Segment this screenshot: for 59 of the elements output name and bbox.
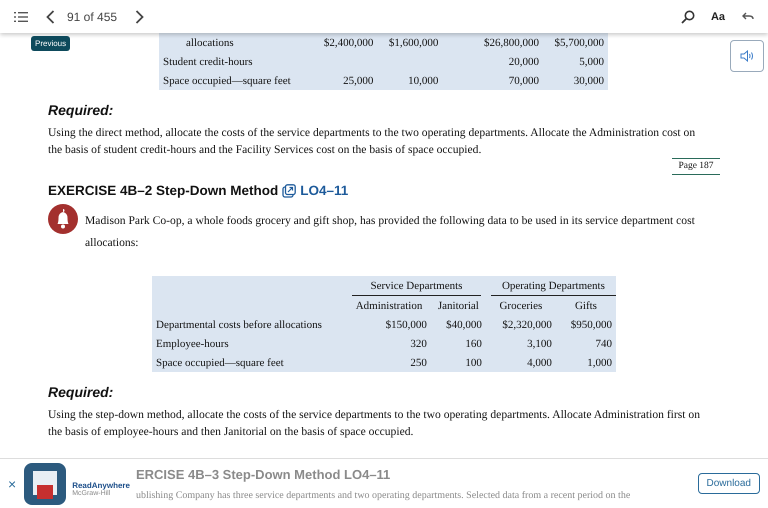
table-cell: 740 — [556, 334, 616, 353]
column-header: Janitorial — [430, 296, 486, 315]
faded-text: ublishing Company has three service departments and two operating departments. Selected data from a recent period on the — [136, 490, 632, 500]
table-cell: allocations — [159, 33, 312, 52]
list-icon[interactable] — [14, 10, 28, 22]
table-cell: Space occupied—square feet — [152, 353, 348, 372]
table-cell: $150,000 — [347, 315, 431, 334]
exercise-title: EXERCISE 4B–2 Step-Down Method — [48, 183, 278, 198]
section-heading: Required: — [48, 384, 114, 400]
paragraph: Using the direct method, allocate the costs of the service departments to the two operating departments. Allocate the Administration cost on the basis of student credit-hours and the Facility Services cost on the basis of space occupied. — [48, 125, 696, 158]
column-header: Gifts — [556, 296, 616, 315]
table-cell: $5,700,000 — [554, 36, 604, 48]
section-heading: Required: — [48, 102, 114, 118]
page-indicator: 91 of 455 — [67, 10, 118, 24]
table-cell: 10,000 — [408, 74, 438, 86]
column-group-header: Service Departments — [347, 276, 486, 296]
table-cell: 320 — [347, 334, 431, 353]
next-icon[interactable] — [135, 10, 144, 24]
table-cell: $26,800,000 — [484, 36, 539, 48]
column-header: Administration — [347, 296, 431, 315]
previous-icon[interactable] — [46, 10, 55, 24]
table-cell: 160 — [430, 334, 486, 353]
table-cell: 1,000 — [556, 353, 616, 372]
tooltip: Previous — [31, 36, 70, 51]
table-cell: Student credit-hours — [159, 52, 312, 71]
table-cell: Employee-hours — [152, 334, 348, 353]
column-group-header: Operating Departments — [486, 276, 616, 296]
faded-heading: ERCISE 4B–3 Step-Down Method — [136, 466, 340, 482]
table-cell: 25,000 — [343, 74, 374, 86]
table-cell: 20,000 — [508, 56, 539, 68]
read-aloud-button[interactable] — [730, 40, 764, 72]
font-button[interactable]: Aa — [706, 10, 729, 22]
learning-objective-link[interactable]: LO4–11 — [300, 183, 348, 198]
table-cell: Space occupied—square feet — [159, 71, 312, 90]
table-cell: $2,400,000 — [324, 36, 374, 48]
table-cell: 4,000 — [486, 353, 556, 372]
search-icon[interactable] — [680, 10, 695, 24]
table-cell: 70,000 — [508, 74, 539, 86]
table-cell: Departmental costs before allocations — [152, 315, 348, 334]
table-cell: $1,600,000 — [388, 36, 438, 48]
download-button[interactable]: Download — [698, 473, 760, 494]
close-button[interactable]: × — [6, 476, 18, 492]
column-header: Groceries — [486, 296, 556, 315]
table-cell: $2,320,000 — [486, 315, 556, 334]
app-name: ReadAnywhere — [72, 480, 130, 490]
table-cell: 100 — [430, 353, 486, 372]
table-cell: 250 — [347, 353, 431, 372]
table-cell: 30,000 — [574, 74, 604, 86]
paragraph: Using the step-down method, allocate the costs of the service departments to the two operating departments. Allocate Administration first on the basis of employee-hours and then Janitorial on the basis of space occupied. — [48, 407, 701, 440]
back-icon[interactable] — [741, 12, 754, 22]
table-cell: 3,100 — [486, 334, 556, 353]
table-cell: 5,000 — [579, 56, 604, 68]
speaker-icon — [740, 50, 754, 62]
paragraph: Madison Park Co-op, a whole foods grocery and gift shop, has provided the following data to be used in its service department cost allocations: — [85, 213, 696, 251]
external-link-icon[interactable] — [282, 184, 296, 198]
table-cell: $950,000 — [556, 315, 616, 334]
bell-icon — [48, 204, 78, 234]
app-icon[interactable] — [24, 462, 66, 504]
table-cell: $40,000 — [430, 315, 486, 334]
